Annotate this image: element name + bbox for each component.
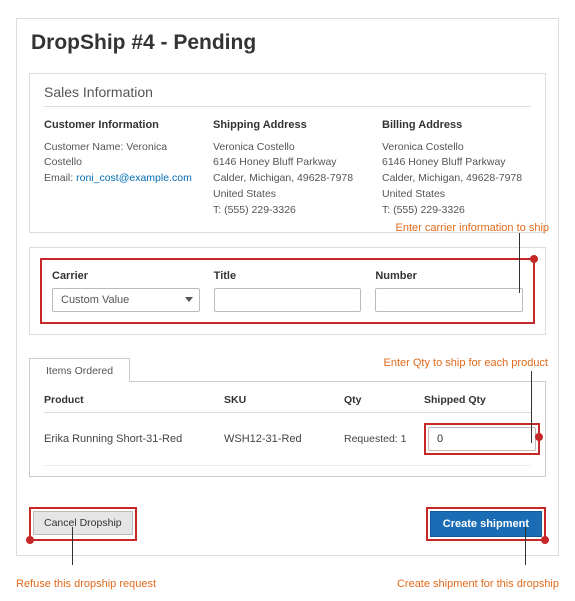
shipping-phone: T: (555) 229-3326	[213, 203, 362, 219]
carrier-select[interactable]: Custom Value	[52, 288, 200, 312]
annotation-dot-cancel	[26, 536, 34, 544]
create-button-wrap: Create shipment	[426, 507, 546, 541]
col-header-qty: Qty	[344, 394, 424, 406]
carrier-number-field: Number	[375, 270, 523, 312]
cancel-dropship-button[interactable]: Cancel Dropship	[33, 511, 133, 535]
carrier-select-value: Custom Value	[61, 294, 129, 306]
page-container: DropShip #4 - Pending Sales Information …	[16, 18, 559, 556]
sales-info-heading: Sales Information	[44, 84, 531, 107]
cell-shipped-qty	[424, 423, 540, 455]
annotation-dot-create	[541, 536, 549, 544]
carrier-panel: Carrier Custom Value Title Number	[29, 247, 546, 335]
cancel-button-wrap: Cancel Dropship	[29, 507, 137, 541]
shipping-name: Veronica Costello	[213, 140, 362, 156]
shipped-qty-box	[424, 423, 540, 455]
carrier-title-label: Title	[214, 270, 362, 282]
annotation-create: Create shipment for this dropship	[397, 578, 559, 590]
annotation-line-qty	[531, 371, 532, 443]
shipped-qty-input[interactable]	[428, 427, 536, 451]
annotation-line-carrier	[519, 233, 520, 293]
carrier-title-input[interactable]	[214, 288, 362, 312]
customer-info-col: Customer Information Customer Name: Vero…	[44, 117, 193, 218]
billing-country: United States	[382, 187, 531, 203]
sales-info-columns: Customer Information Customer Name: Vero…	[44, 117, 531, 218]
customer-email-label: Email:	[44, 172, 73, 184]
billing-phone: T: (555) 229-3326	[382, 203, 531, 219]
annotation-dot-qty	[535, 433, 543, 441]
col-header-product: Product	[44, 394, 224, 406]
col-header-sku: SKU	[224, 394, 344, 406]
customer-name-label: Customer Name:	[44, 141, 123, 153]
annotation-line-create	[525, 527, 526, 565]
carrier-box: Carrier Custom Value Title Number	[40, 258, 535, 324]
items-body: Product SKU Qty Shipped Qty Erika Runnin…	[29, 381, 546, 477]
annotation-carrier: Enter carrier information to ship	[396, 222, 549, 234]
billing-line1: 6146 Honey Bluff Parkway	[382, 155, 531, 171]
customer-email-link[interactable]: roni_cost@example.com	[76, 172, 192, 184]
annotation-cancel: Refuse this dropship request	[16, 578, 156, 590]
carrier-number-label: Number	[375, 270, 523, 282]
customer-email-row: Email: roni_cost@example.com	[44, 171, 193, 187]
items-header-row: Product SKU Qty Shipped Qty	[44, 394, 531, 413]
customer-info-title: Customer Information	[44, 117, 193, 134]
cell-qty: Requested: 1	[344, 433, 424, 445]
billing-address-col: Billing Address Veronica Costello 6146 H…	[382, 117, 531, 218]
annotation-dot-carrier	[530, 255, 538, 263]
customer-name-row: Customer Name: Veronica Costello	[44, 140, 193, 172]
tab-items-ordered[interactable]: Items Ordered	[29, 358, 130, 382]
shipping-line1: 6146 Honey Bluff Parkway	[213, 155, 362, 171]
chevron-down-icon	[185, 297, 193, 302]
billing-title: Billing Address	[382, 117, 531, 134]
billing-name: Veronica Costello	[382, 140, 531, 156]
cell-sku: WSH12-31-Red	[224, 433, 344, 445]
shipping-address-col: Shipping Address Veronica Costello 6146 …	[213, 117, 362, 218]
table-row: Erika Running Short-31-Red WSH12-31-Red …	[44, 413, 531, 466]
shipping-country: United States	[213, 187, 362, 203]
shipping-line2: Calder, Michigan, 49628-7978	[213, 171, 362, 187]
billing-line2: Calder, Michigan, 49628-7978	[382, 171, 531, 187]
footer-buttons: Cancel Dropship Create shipment	[29, 507, 546, 541]
col-header-shipped-qty: Shipped Qty	[424, 394, 531, 406]
cell-product: Erika Running Short-31-Red	[44, 433, 224, 445]
shipping-title: Shipping Address	[213, 117, 362, 134]
carrier-title-field: Title	[214, 270, 362, 312]
carrier-label: Carrier	[52, 270, 200, 282]
items-tabs-row: Items Ordered	[29, 357, 546, 381]
page-title: DropShip #4 - Pending	[31, 31, 546, 55]
carrier-number-input[interactable]	[375, 288, 523, 312]
annotation-line-cancel	[72, 527, 73, 565]
carrier-field: Carrier Custom Value	[52, 270, 200, 312]
sales-info-panel: Sales Information Customer Information C…	[29, 73, 546, 233]
